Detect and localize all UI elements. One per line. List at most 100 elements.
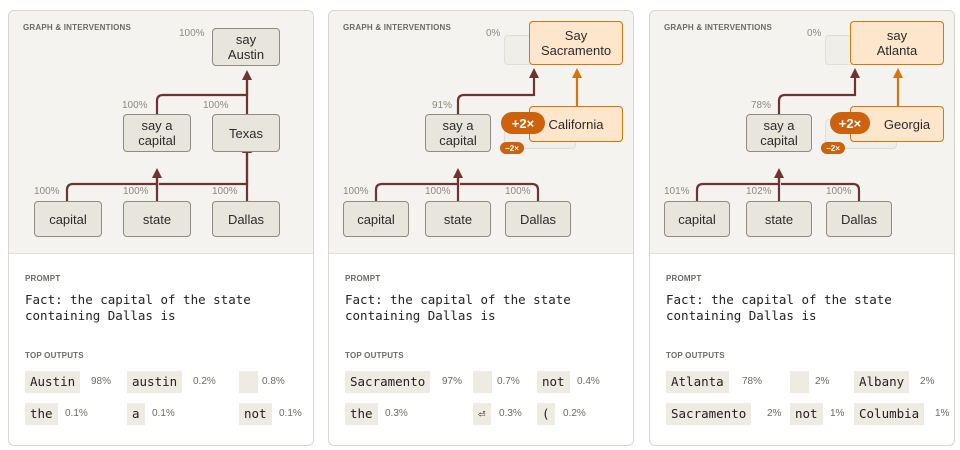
node-label: Dallas	[840, 211, 878, 227]
output-prob: 2%	[920, 376, 935, 387]
node-say-atlanta[interactable]: say Atlanta	[850, 21, 944, 65]
node-label: state	[764, 211, 794, 227]
node-label: say	[886, 28, 908, 43]
top-outputs-label: TOP OUTPUTS	[25, 351, 84, 360]
node-dallas[interactable]: Dallas	[826, 201, 892, 237]
graph-panel: GRAPH & INTERVENTIONS 0% Say Sacramento …	[329, 11, 633, 254]
node-say-a-capital[interactable]: say a capital	[746, 114, 812, 152]
pct-capital: 100%	[343, 186, 369, 197]
pct-ghost: 0%	[807, 28, 822, 39]
graph-panel: GRAPH & INTERVENTIONS 100% say Austin 100…	[9, 11, 313, 254]
pct-state: 100%	[123, 186, 149, 197]
node-dallas[interactable]: Dallas	[505, 201, 571, 237]
prompt-text: Fact: the capital of the state containin…	[666, 292, 946, 324]
node-state[interactable]: state	[123, 201, 191, 237]
output-token: the	[345, 403, 378, 425]
output-token: Austin	[25, 371, 81, 393]
node-capital[interactable]: capital	[664, 201, 730, 237]
card-sacramento: GRAPH & INTERVENTIONS 0% Say Sacramento …	[328, 10, 634, 446]
pct-say-capital: 100%	[122, 100, 148, 111]
output-prob: 0.4%	[577, 376, 600, 387]
node-dallas[interactable]: Dallas	[212, 201, 280, 237]
pct-say-austin: 100%	[179, 28, 205, 39]
output-token: (	[537, 403, 555, 425]
output-token: not	[790, 403, 823, 425]
output-token-blank	[790, 371, 809, 393]
pct-capital: 100%	[34, 186, 60, 197]
edge-state-to-texas	[155, 148, 247, 190]
node-say-a-capital[interactable]: say a capital	[123, 114, 191, 152]
node-label: say a	[442, 118, 474, 133]
prompt-line: containing Dallas is	[345, 308, 496, 323]
output-token: not	[239, 403, 272, 425]
output-token-blank	[239, 371, 258, 393]
prompt-line: Fact: the capital of the state	[25, 292, 251, 307]
prompt-line: containing Dallas is	[666, 308, 817, 323]
node-label: capital	[49, 211, 87, 227]
node-say-a-capital[interactable]: say a capital	[425, 114, 491, 152]
node-label: state	[142, 211, 172, 227]
node-label: say a	[763, 118, 795, 133]
output-token-blank	[473, 371, 492, 393]
boost-pill[interactable]: +2×	[501, 112, 545, 134]
prompt-label: PROMPT	[666, 274, 702, 283]
node-say-sacramento[interactable]: Say Sacramento	[529, 21, 623, 65]
top-outputs-label: TOP OUTPUTS	[345, 351, 404, 360]
edge-say-capital-to-say-austin	[155, 70, 252, 115]
prompt-line: containing Dallas is	[25, 308, 176, 323]
output-prob: 0.8%	[262, 376, 285, 387]
node-label: Atlanta	[876, 43, 918, 58]
pct-texas: 100%	[203, 100, 229, 111]
node-capital[interactable]: capital	[343, 201, 409, 237]
output-prob: 0.3%	[499, 408, 522, 419]
prompt-line: Fact: the capital of the state	[345, 292, 571, 307]
card-austin: GRAPH & INTERVENTIONS 100% say Austin 100…	[8, 10, 314, 446]
output-prob: 2%	[815, 376, 830, 387]
node-label: California	[548, 116, 604, 132]
prompt-text: Fact: the capital of the state containin…	[25, 292, 305, 324]
output-prob: 0.2%	[193, 376, 216, 387]
suppress-pill[interactable]: −2×	[821, 142, 845, 154]
output-token: the	[25, 403, 58, 425]
node-label: Say	[564, 28, 588, 43]
pct-capital: 101%	[664, 186, 690, 197]
node-label: Dallas	[519, 211, 557, 227]
pct-ghost: 0%	[486, 28, 501, 39]
graph-panel: GRAPH & INTERVENTIONS 0% say Atlanta 78%…	[650, 11, 954, 254]
node-label: say	[235, 32, 257, 47]
pct-say-capital: 78%	[751, 100, 772, 111]
edge-say-capital-to-ghost	[777, 68, 860, 115]
boost-pill[interactable]: +2×	[830, 112, 870, 134]
top-outputs-label: TOP OUTPUTS	[666, 351, 725, 360]
pct-say-capital: 91%	[432, 100, 453, 111]
output-prob: 0.7%	[497, 376, 520, 387]
node-state[interactable]: state	[425, 201, 491, 237]
prompt-label: PROMPT	[25, 274, 61, 283]
output-token: austin	[127, 371, 183, 393]
pct-dallas: 100%	[826, 186, 852, 197]
node-label: Austin	[227, 47, 265, 62]
newline-token: ⏎	[473, 403, 491, 425]
output-prob: 98%	[91, 376, 112, 387]
output-prob: 0.1%	[65, 408, 88, 419]
output-prob: 0.1%	[279, 408, 302, 419]
output-prob: 78%	[742, 376, 763, 387]
output-token: a	[127, 403, 145, 425]
output-token: Atlanta	[666, 371, 729, 393]
node-label: capital	[760, 133, 798, 148]
edge-say-capital-to-ghost	[456, 68, 539, 115]
node-label: Dallas	[227, 211, 265, 227]
node-texas[interactable]: Texas	[212, 114, 280, 152]
output-prob: 0.2%	[563, 408, 586, 419]
suppress-pill[interactable]: −2×	[500, 142, 524, 154]
prompt-label: PROMPT	[345, 274, 381, 283]
output-token: Sacramento	[345, 371, 431, 393]
node-label: Texas	[229, 125, 263, 141]
node-state[interactable]: state	[746, 201, 812, 237]
output-prob: 1%	[830, 408, 845, 419]
node-say-austin[interactable]: say Austin	[212, 28, 280, 66]
output-prob: 1%	[935, 408, 950, 419]
node-label: state	[443, 211, 473, 227]
output-prob: 97%	[442, 376, 463, 387]
node-capital[interactable]: capital	[34, 201, 102, 237]
